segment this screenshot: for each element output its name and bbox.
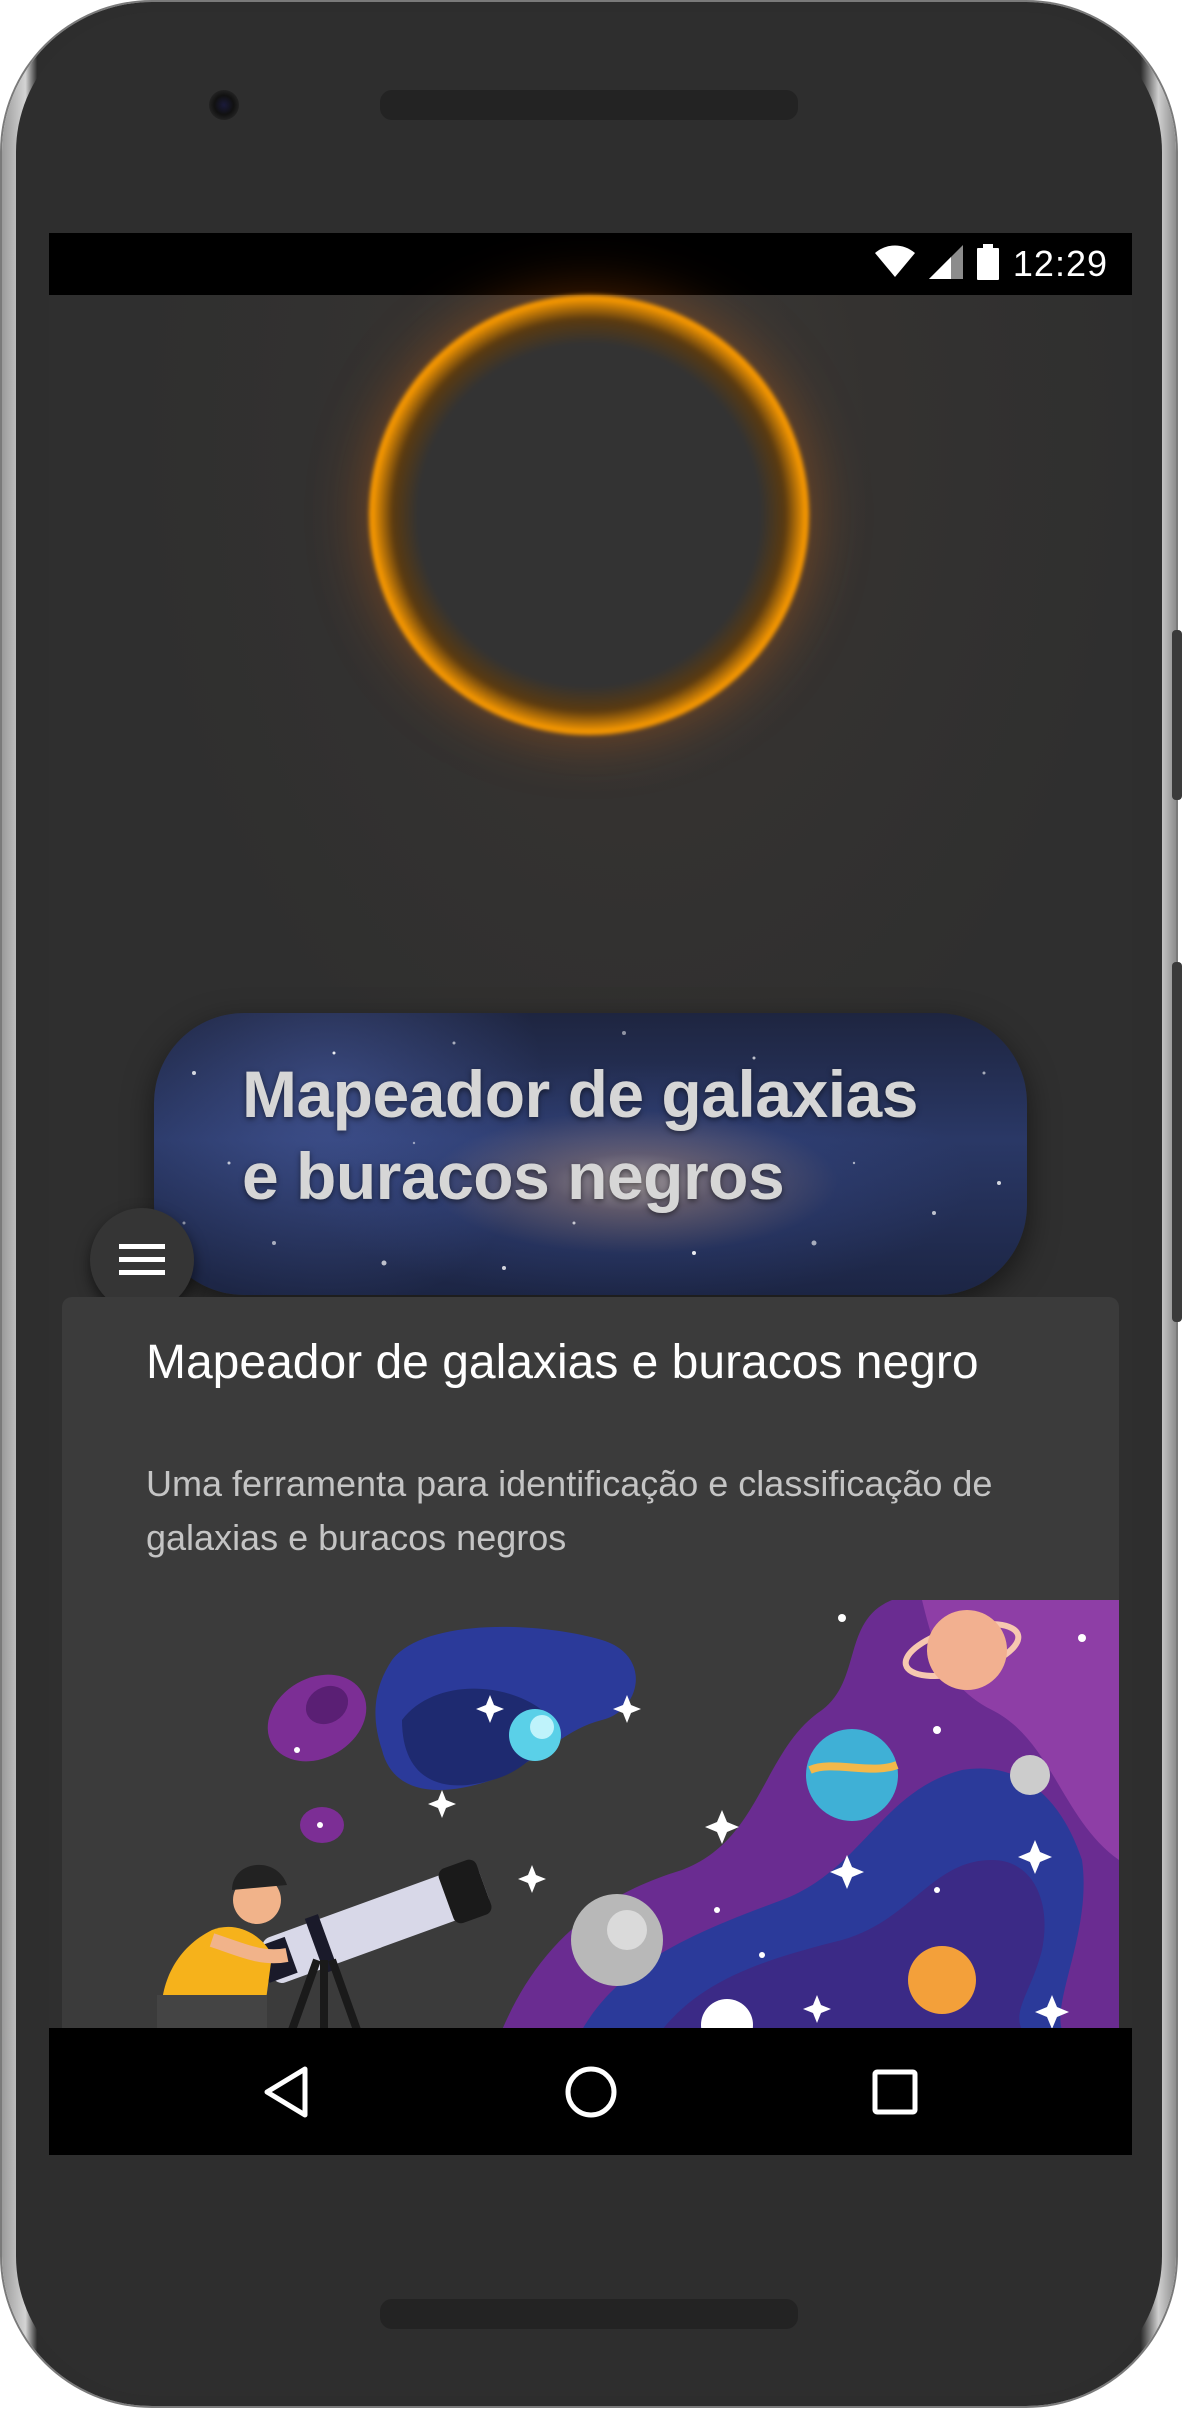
front-camera [209,90,239,120]
earpiece-speaker [380,90,798,120]
recents-square-icon [872,2069,918,2115]
hero-title: Mapeador de galaxias e buracos negros [242,1057,918,1213]
status-bar: 12:29 [49,233,1132,295]
battery-icon [976,243,999,285]
bottom-speaker [380,2299,798,2329]
phone-frame: 12:29 Mapeador de galaxias e buracos neg… [2,2,1182,2406]
home-circle-icon [565,2066,617,2118]
black-hole-ring-graphic [369,295,809,735]
clock: 12:29 [1012,243,1108,284]
card-subtitle: Uma ferramenta para identificação e clas… [146,1463,993,1558]
android-navigation-bar [49,2028,1132,2155]
recents-button[interactable] [861,2058,929,2126]
app-screen: 12:29 Mapeador de galaxias e buracos neg… [49,233,1132,2155]
power-button [1172,962,1182,1322]
hero-section: Mapeador de galaxias e buracos negros [49,295,1132,1312]
back-triangle-icon [264,2066,308,2118]
astronomer-telescope-illustration [157,1600,1119,2030]
home-button[interactable] [557,2058,625,2126]
app-info-card: Mapeador de galaxias e buracos negro Uma… [62,1297,1119,2155]
wifi-icon [874,245,915,284]
signal-icon [928,244,963,284]
back-button[interactable] [253,2058,321,2126]
card-title: Mapeador de galaxias e buracos negro [146,1336,979,1389]
hamburger-menu-icon [119,1244,165,1275]
volume-button [1172,630,1182,800]
galaxy-title-banner: Mapeador de galaxias e buracos negros [154,1013,1027,1295]
